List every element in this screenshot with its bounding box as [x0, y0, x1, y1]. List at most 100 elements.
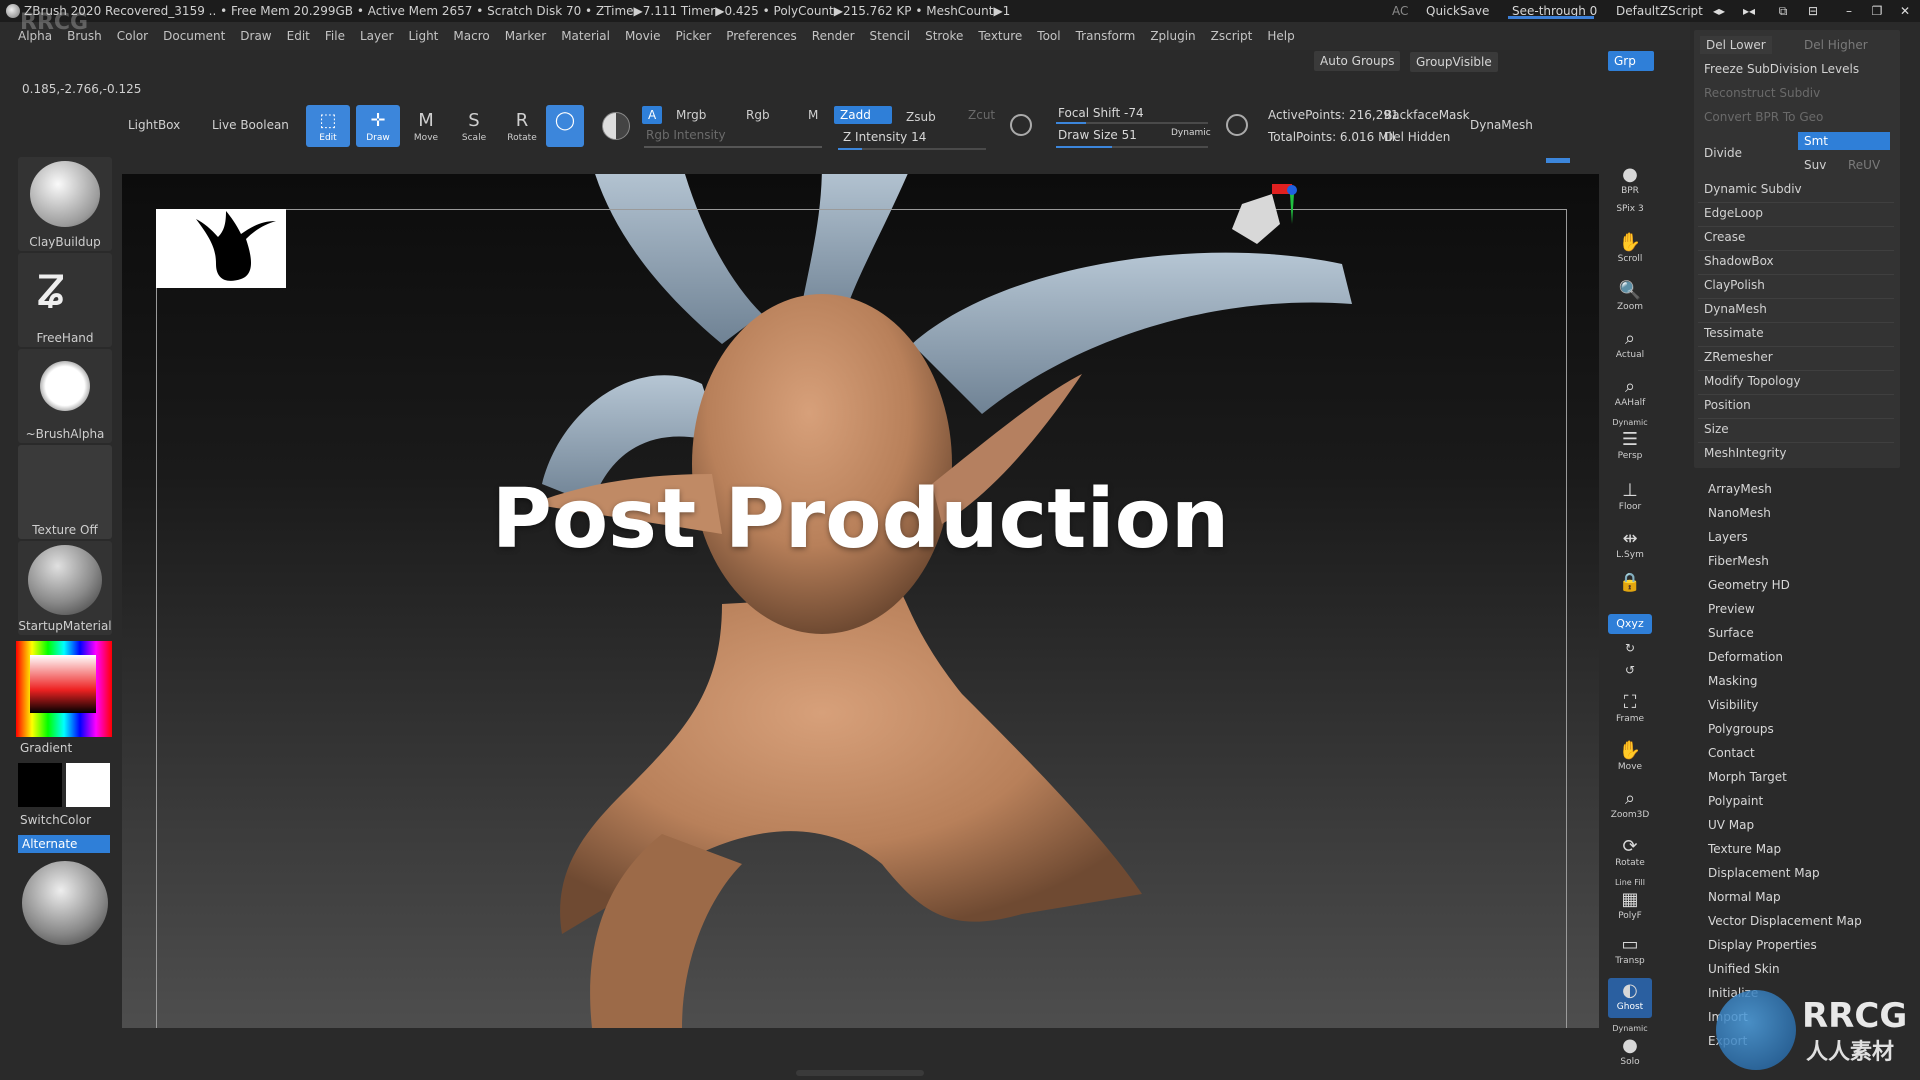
see-through-track[interactable]	[1508, 16, 1594, 19]
spix-slider[interactable]: SPix 3	[1608, 204, 1652, 224]
meshintegrity-item[interactable]: MeshIntegrity	[1704, 446, 1787, 460]
menu-texture[interactable]: Texture	[970, 22, 1029, 50]
bottom-scrollbar[interactable]	[796, 1070, 924, 1076]
solo-button[interactable]: Dynamic ● Solo	[1608, 1024, 1652, 1072]
dynamic-size-toggle[interactable]: Dynamic	[1171, 128, 1211, 138]
menu-render[interactable]: Render	[804, 22, 862, 50]
edgeloop-item[interactable]: EdgeLoop	[1704, 206, 1763, 220]
tool-menu-layers[interactable]: Layers	[1708, 530, 1748, 544]
polyf-button[interactable]: Line Fill ▦ PolyF	[1608, 878, 1652, 926]
zremesher-item[interactable]: ZRemesher	[1704, 350, 1773, 364]
tool-menu-polypaint[interactable]: Polypaint	[1708, 794, 1763, 808]
smt-toggle[interactable]: Smt	[1798, 132, 1890, 150]
live-boolean-button[interactable]: Live Boolean	[212, 112, 289, 138]
menu-draw[interactable]: Draw	[232, 22, 278, 50]
menu-arrows-icon[interactable]: ◂▸	[1706, 0, 1732, 22]
draw-size-label[interactable]: Draw Size 51	[1058, 128, 1137, 142]
zcut-toggle[interactable]: Zcut	[962, 106, 1001, 124]
menu-stroke[interactable]: Stroke	[917, 22, 970, 50]
close-icon[interactable]: ✕	[1892, 0, 1918, 22]
focal-shift-label[interactable]: Focal Shift -74	[1058, 106, 1144, 120]
tessimate-item[interactable]: Tessimate	[1704, 326, 1764, 340]
navigation-thumbnail[interactable]	[156, 209, 286, 288]
edit-button[interactable]: ⬚ Edit	[306, 105, 350, 147]
move-button[interactable]: M Move	[404, 105, 448, 147]
crease-item[interactable]: Crease	[1704, 230, 1745, 244]
color-saturation-square[interactable]	[30, 655, 96, 713]
tool-menu-vector-displacement-map[interactable]: Vector Displacement Map	[1708, 914, 1862, 928]
ghost-button[interactable]: ◐ Ghost	[1608, 978, 1652, 1018]
material-selector[interactable]: StartupMaterial	[18, 541, 112, 635]
tool-menu-polygroups[interactable]: Polygroups	[1708, 722, 1774, 736]
zoom3d-button[interactable]: ⌕ Zoom3D	[1608, 786, 1652, 826]
zsub-toggle[interactable]: Zsub	[900, 108, 942, 126]
lazymouse-d-icon[interactable]	[1226, 114, 1248, 136]
suv-toggle[interactable]: Suv	[1798, 156, 1832, 174]
group-visible-button[interactable]: GroupVisible	[1410, 52, 1498, 72]
persp-button[interactable]: Dynamic ☰ Persp	[1608, 418, 1652, 461]
material-toggle-icon[interactable]	[602, 112, 630, 140]
menu-preferences[interactable]: Preferences	[718, 22, 804, 50]
lightbox-button[interactable]: LightBox	[128, 112, 180, 138]
stroke-selector[interactable]: ʑ FreeHand	[18, 253, 112, 347]
dynamesh-item[interactable]: DynaMesh	[1704, 302, 1767, 316]
quicksave-button[interactable]: QuickSave	[1426, 0, 1489, 22]
switchcolor-button[interactable]: SwitchColor	[20, 813, 91, 827]
menu-macro[interactable]: Macro	[445, 22, 496, 50]
aahalf-button[interactable]: ⌕ AAHalf	[1608, 374, 1652, 414]
default-zscript-button[interactable]: DefaultZScript	[1616, 0, 1703, 22]
tool-menu-visibility[interactable]: Visibility	[1708, 698, 1758, 712]
size-item[interactable]: Size	[1704, 422, 1729, 436]
rotate-view-button[interactable]: ⟳ Rotate	[1608, 834, 1652, 874]
restore-icon[interactable]: ❐	[1864, 0, 1890, 22]
window-swap-icon[interactable]: ⧉	[1770, 0, 1796, 22]
menu-transform[interactable]: Transform	[1068, 22, 1143, 50]
reuv-button[interactable]: ReUV	[1842, 156, 1886, 174]
canvas-viewport[interactable]: Post Production	[122, 174, 1599, 1028]
menu-help[interactable]: Help	[1259, 22, 1301, 50]
lsym-button[interactable]: ⇹ L.Sym	[1608, 526, 1652, 566]
tool-menu-geometry-hd[interactable]: Geometry HD	[1708, 578, 1790, 592]
rgb-intensity-slider[interactable]	[644, 146, 822, 148]
transp-button[interactable]: ▭ Transp	[1608, 932, 1652, 972]
position-item[interactable]: Position	[1704, 398, 1751, 412]
z-intensity-slider[interactable]	[838, 148, 986, 150]
orientation-gizmo-icon[interactable]	[1202, 184, 1302, 284]
tool-menu-fibermesh[interactable]: FiberMesh	[1708, 554, 1769, 568]
shelf-scroll-indicator[interactable]	[1546, 158, 1570, 163]
menu-movie[interactable]: Movie	[617, 22, 668, 50]
tool-menu-displacement-map[interactable]: Displacement Map	[1708, 866, 1820, 880]
modify-topology-item[interactable]: Modify Topology	[1704, 374, 1801, 388]
texture-selector[interactable]: Texture Off	[18, 445, 112, 539]
window-split-icon[interactable]: ⊟	[1800, 0, 1826, 22]
zoom-button[interactable]: 🔍 Zoom	[1608, 278, 1652, 318]
sculptris-mode-button[interactable]: ◯	[546, 105, 584, 147]
actual-button[interactable]: ⌕ Actual	[1608, 326, 1652, 366]
menu-stencil[interactable]: Stencil	[862, 22, 918, 50]
alternate-button[interactable]: Alternate	[18, 835, 110, 853]
main-color-swatch[interactable]	[66, 763, 110, 807]
draw-size-slider[interactable]	[1056, 146, 1208, 148]
rotate-y-icon[interactable]: ↻	[1608, 638, 1652, 658]
menu-file[interactable]: File	[317, 22, 352, 50]
rotate-button[interactable]: R Rotate	[500, 105, 544, 147]
light-position-sphere[interactable]	[22, 861, 108, 945]
menu-document[interactable]: Document	[155, 22, 232, 50]
tool-menu-morph-target[interactable]: Morph Target	[1708, 770, 1787, 784]
reconstruct-subdiv-button[interactable]: Reconstruct Subdiv	[1704, 86, 1820, 100]
xyz-button[interactable]: Qxyz	[1608, 614, 1652, 634]
scroll-button[interactable]: ✋ Scroll	[1608, 230, 1652, 270]
shadowbox-item[interactable]: ShadowBox	[1704, 254, 1774, 268]
lock-icon-button[interactable]: 🔒	[1608, 570, 1652, 602]
floor-button[interactable]: ⊥ Floor	[1608, 478, 1652, 518]
menu-layer[interactable]: Layer	[352, 22, 400, 50]
dynamesh-button[interactable]: DynaMesh	[1470, 118, 1533, 132]
ac-label[interactable]: AC	[1392, 0, 1408, 22]
layout-arrows-icon[interactable]: ▸◂	[1736, 0, 1762, 22]
gradient-label[interactable]: Gradient	[20, 741, 72, 755]
menu-color[interactable]: Color	[109, 22, 155, 50]
frame-button[interactable]: ⛶ Frame	[1608, 690, 1652, 730]
menu-light[interactable]: Light	[400, 22, 445, 50]
tool-menu-arraymesh[interactable]: ArrayMesh	[1708, 482, 1772, 496]
z-intensity-label[interactable]: Z Intensity 14	[843, 130, 926, 144]
